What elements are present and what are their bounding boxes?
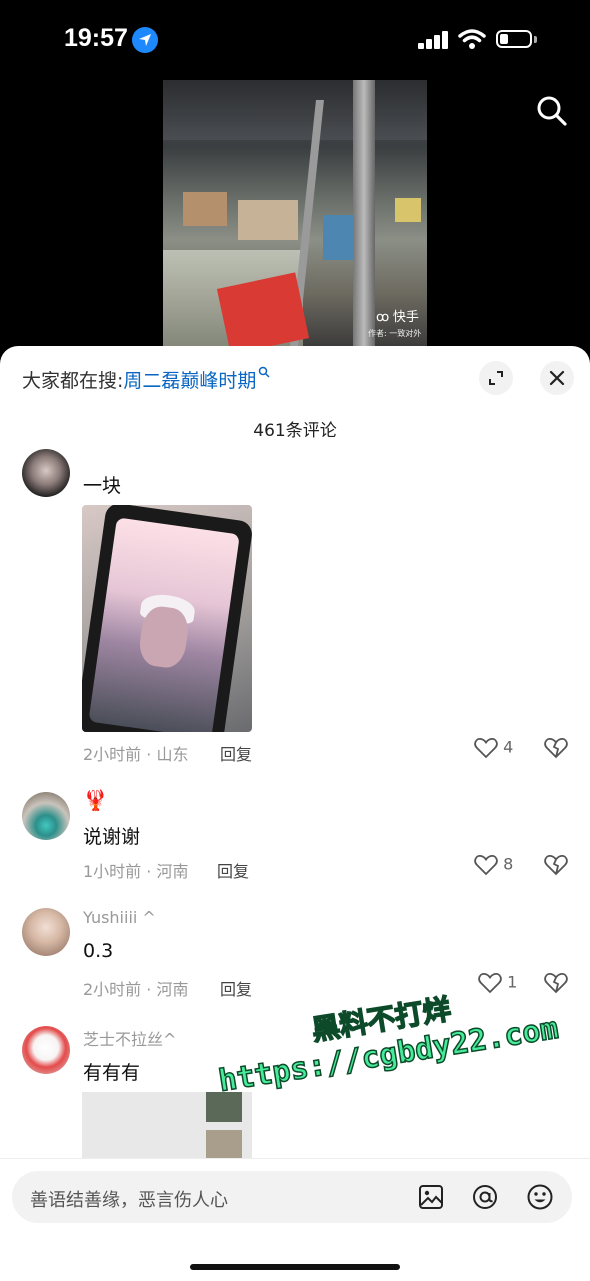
comment-text: 一块 (83, 475, 122, 497)
location-icon (132, 27, 158, 53)
avatar[interactable] (22, 792, 70, 840)
comment-username[interactable]: 芝士不拉丝^ (83, 1026, 176, 1050)
like-button[interactable]: 4 (474, 737, 513, 759)
comment-meta: 2小时前 · 河南 (83, 980, 189, 999)
avatar[interactable] (22, 1026, 70, 1074)
avatar[interactable] (22, 908, 70, 956)
comment-panel: 大家都在搜:周二磊巅峰时期 461条评论 一块 2小时前 · 山东 回复 4 🦞… (0, 346, 590, 1280)
close-button[interactable] (540, 361, 574, 395)
reply-button[interactable]: 回复 (220, 741, 252, 765)
kuaishou-watermark: ꝏ 快手 (376, 309, 419, 324)
trending-search-prefix: 大家都在搜: (22, 370, 124, 392)
comment-username[interactable]: 🦞 (83, 788, 108, 812)
broken-heart-icon[interactable] (544, 854, 568, 876)
video-author: 作者: 一致对外 (368, 329, 422, 338)
expand-button[interactable] (479, 361, 513, 395)
like-button[interactable]: 8 (474, 854, 513, 876)
expand-icon (489, 371, 503, 385)
heart-icon (474, 855, 498, 876)
status-bar: 19:57 (0, 0, 590, 80)
image-icon[interactable] (417, 1183, 445, 1211)
comment-count: 461条评论 (253, 421, 337, 441)
comment-text: 说谢谢 (83, 826, 141, 848)
status-time: 19:57 (64, 24, 128, 52)
comment-username[interactable]: Yushiiii ^ (83, 908, 156, 927)
like-count: 4 (503, 737, 514, 757)
wifi-icon (458, 29, 486, 49)
kuaishou-logo-icon: ꝏ (376, 309, 390, 324)
comment-input-placeholder: 善语结善缘，恶言伤人心 (30, 1190, 228, 1211)
comment-meta: 2小时前 · 山东 (83, 745, 189, 764)
heart-icon (474, 738, 498, 759)
comment-image[interactable] (82, 505, 252, 732)
search-icon[interactable] (536, 95, 568, 127)
comment-input-bar: 善语结善缘，恶言伤人心 (0, 1158, 590, 1281)
video-player[interactable]: ꝏ 快手 作者: 一致对外 (163, 80, 427, 347)
reply-button[interactable]: 回复 (220, 976, 252, 1000)
comment-meta: 1小时前 · 河南 (83, 862, 189, 881)
at-icon[interactable] (471, 1183, 499, 1211)
avatar[interactable] (22, 449, 70, 497)
signal-icon (418, 31, 448, 49)
broken-heart-icon[interactable] (544, 737, 568, 759)
home-indicator (190, 1264, 400, 1270)
comment-text: 有有有 (83, 1062, 141, 1084)
search-small-icon (259, 366, 270, 378)
trending-search[interactable]: 大家都在搜:周二磊巅峰时期 (22, 366, 270, 393)
like-count: 8 (503, 854, 514, 874)
comment-text: 0.3 (83, 940, 114, 962)
close-icon (549, 370, 565, 386)
trending-search-term[interactable]: 周二磊巅峰时期 (123, 370, 256, 392)
battery-icon (496, 30, 532, 48)
emoji-icon[interactable] (526, 1183, 554, 1211)
reply-button[interactable]: 回复 (217, 858, 249, 882)
